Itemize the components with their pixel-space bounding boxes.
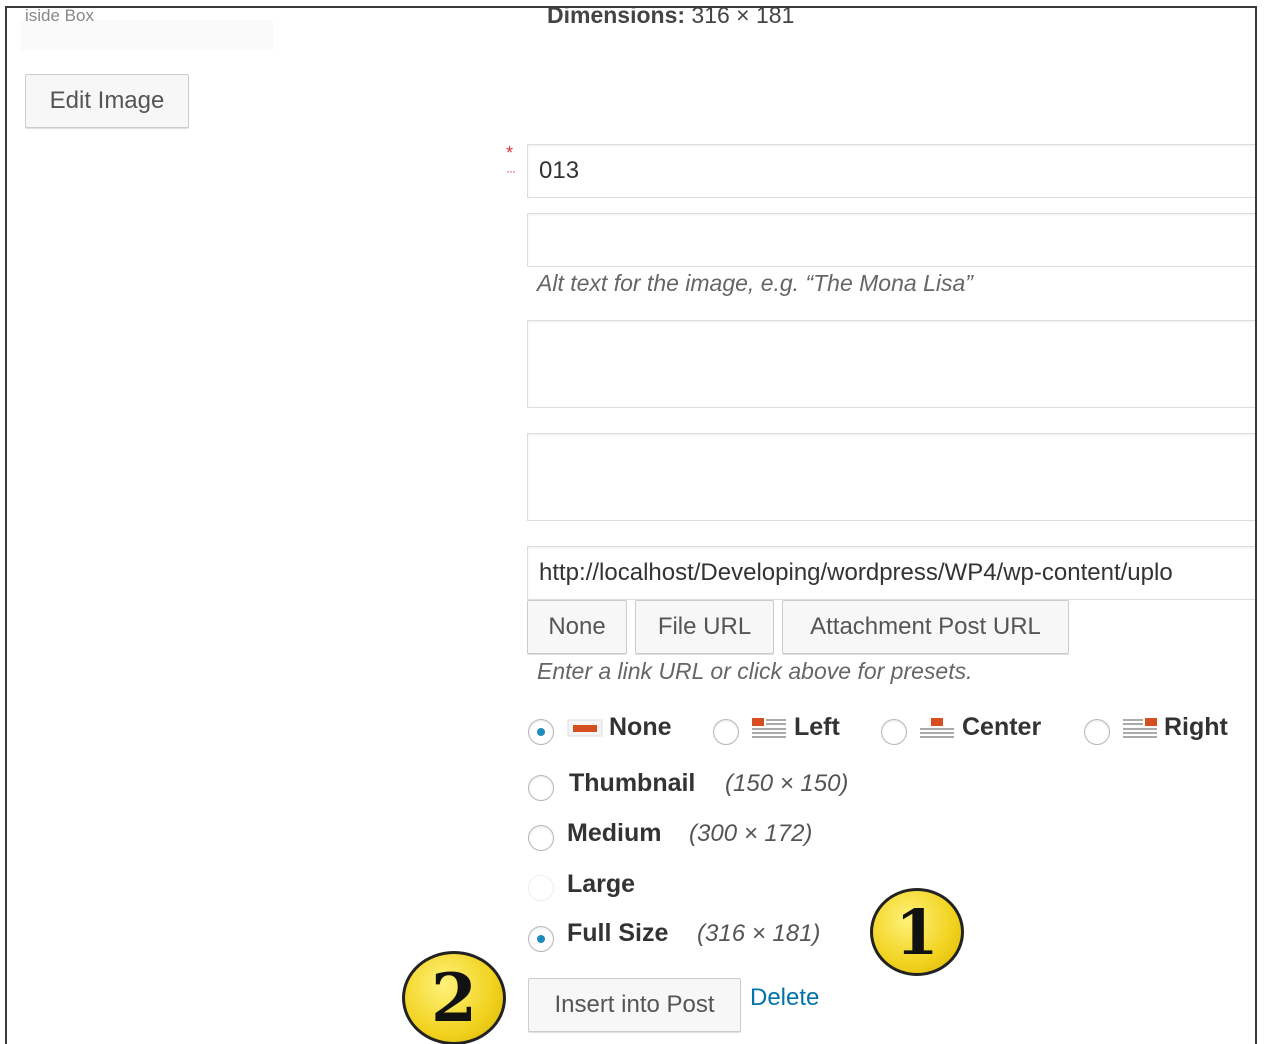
size-full-label: Full Size [567,919,669,947]
alt-text-field[interactable] [527,213,1255,267]
size-large-radio [528,875,554,901]
size-large-label: Large [567,870,636,898]
align-center-label: Center [962,713,1042,741]
edit-image-button[interactable]: Edit Image [25,74,189,128]
link-none-button[interactable]: None [527,600,627,654]
caption-field[interactable] [527,320,1255,408]
description-field[interactable] [527,433,1255,521]
partial-header-label: iside Box [25,6,94,25]
step-2-badge: 2 [402,951,506,1044]
size-full-dims: (316 × 181) [697,920,821,947]
title-field[interactable]: 013 [527,144,1255,198]
attachment-details-panel: iside Box Dimensions: 316 × 181 Edit Ima… [5,6,1257,1044]
link-url-hint: Enter a link URL or click above for pres… [537,658,973,684]
size-full-radio[interactable] [528,926,554,952]
alt-text-hint: Alt text for the image, e.g. “The Mona L… [537,270,973,296]
size-medium-dims: (300 × 172) [689,820,813,847]
size-thumbnail-radio[interactable] [528,775,554,801]
link-file-url-button[interactable]: File URL [635,600,774,654]
required-asterisk: * [506,143,514,163]
size-thumbnail-dims: (150 × 150) [725,770,849,797]
dimensions-value: 316 × 181 [691,6,795,28]
align-center-radio[interactable] [881,719,907,745]
dimensions-info: Dimensions: 316 × 181 [547,6,795,29]
required-dots: ··· [506,164,516,178]
align-none-icon [567,719,603,737]
dimensions-label: Dimensions: [547,6,686,28]
align-left-radio[interactable] [713,719,739,745]
size-thumbnail-label: Thumbnail [569,769,696,797]
size-medium-radio[interactable] [528,825,554,851]
align-left-label: Left [794,713,840,741]
step-1-badge: 1 [870,888,964,976]
size-medium-label: Medium [567,819,662,847]
align-none-radio[interactable] [528,719,554,745]
align-left-icon [752,718,786,738]
align-right-radio[interactable] [1084,719,1110,745]
align-center-icon [920,718,954,738]
align-none-label: None [609,713,672,741]
link-attachment-post-url-button[interactable]: Attachment Post URL [782,600,1069,654]
insert-into-post-button[interactable]: Insert into Post [528,978,741,1032]
link-url-field[interactable]: http://localhost/Developing/wordpress/WP… [527,546,1255,600]
align-right-icon [1123,718,1157,738]
align-right-label: Right [1164,713,1228,741]
delete-link[interactable]: Delete [750,984,819,1012]
